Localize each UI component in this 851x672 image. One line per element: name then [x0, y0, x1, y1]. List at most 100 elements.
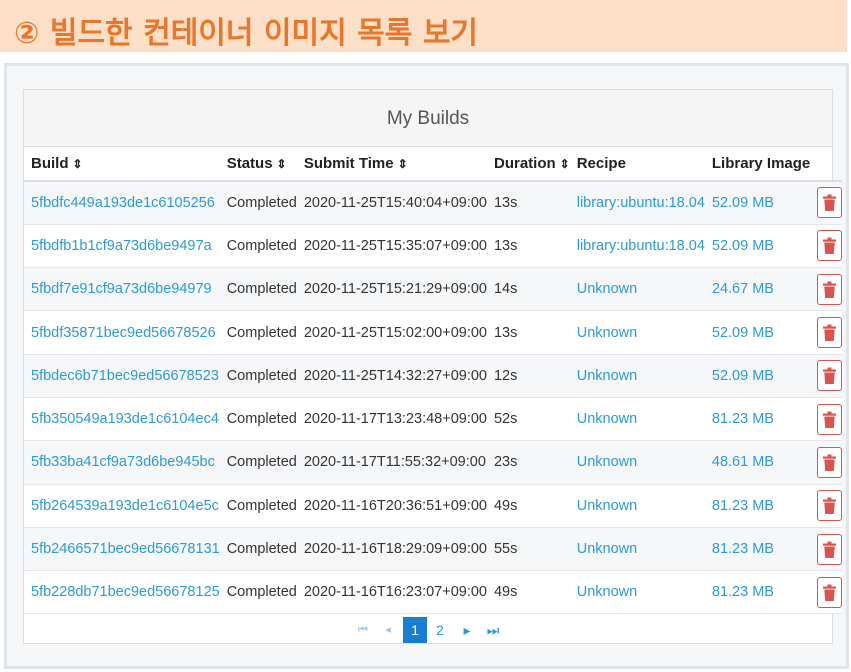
trash-icon [823, 411, 837, 428]
table-row: 5fb350549a193de1c6104ec4 Completed 2020-… [24, 397, 843, 442]
duration-cell: 14s [486, 267, 570, 312]
duration-cell: 13s [486, 310, 570, 355]
recipe-link[interactable]: library:ubuntu:18.04 [577, 195, 705, 211]
recipe-link[interactable]: Unknown [577, 584, 637, 600]
status-cell: Completed [219, 354, 297, 398]
column-header-actions [810, 147, 843, 182]
delete-button[interactable] [817, 403, 843, 435]
delete-button[interactable] [817, 317, 843, 349]
column-header-build[interactable]: Build ⇕ [24, 147, 220, 182]
delete-button[interactable] [817, 230, 843, 262]
table-row: 5fbdfc449a193de1c6105256 Completed 2020-… [24, 181, 843, 225]
submit-time-cell: 2020-11-25T15:02:00+09:00 [296, 310, 487, 355]
submit-time-cell: 2020-11-16T18:29:09+09:00 [296, 527, 487, 572]
recipe-link[interactable]: Unknown [577, 454, 637, 470]
page-2-button[interactable]: 2 [430, 617, 450, 643]
trash-icon [823, 324, 837, 342]
column-header-duration[interactable]: Duration ⇕ [486, 147, 570, 182]
sort-icon: ⇕ [276, 157, 287, 171]
duration-cell: 13s [486, 224, 570, 269]
prev-page-icon[interactable]: ◂ [382, 617, 394, 643]
trash-icon [823, 454, 837, 471]
build-id-link[interactable]: 5fbdf35871bec9ed56678526 [31, 325, 216, 341]
status-cell: Completed [219, 181, 297, 225]
recipe-link[interactable]: Unknown [577, 325, 637, 341]
recipe-link[interactable]: Unknown [577, 498, 637, 514]
delete-button[interactable] [817, 490, 843, 522]
build-id-link[interactable]: 5fbdfc449a193de1c6105256 [31, 195, 215, 211]
build-id-link[interactable]: 5fb264539a193de1c6104e5c [31, 498, 219, 514]
duration-cell: 49s [486, 570, 570, 615]
recipe-link[interactable]: Unknown [577, 541, 637, 557]
first-page-icon[interactable]: ⏮ [357, 617, 369, 643]
submit-time-cell: 2020-11-17T11:55:32+09:00 [296, 440, 487, 485]
build-id-link[interactable]: 5fbdfb1b1cf9a73d6be9497a [31, 238, 212, 254]
library-image-link[interactable]: 52.09 MB [712, 195, 774, 211]
table-row: 5fbdfb1b1cf9a73d6be9497a Completed 2020-… [24, 224, 843, 269]
page-title: ② 빌드한 컨테이너 이미지 목록 보기 [14, 16, 479, 51]
status-cell: Completed [219, 440, 297, 485]
library-image-link[interactable]: 48.61 MB [712, 454, 774, 470]
table-row: 5fbdec6b71bec9ed56678523 Completed 2020-… [24, 354, 843, 398]
library-image-link[interactable]: 81.23 MB [712, 411, 774, 427]
recipe-link[interactable]: Unknown [577, 368, 637, 384]
pagination: ⏮ ◂ 1 2 ▸ ⏭ [0, 617, 851, 643]
sort-icon: ⇕ [72, 157, 83, 171]
duration-cell: 13s [486, 181, 570, 225]
recipe-link[interactable]: Unknown [577, 281, 637, 297]
column-header-status[interactable]: Status ⇕ [219, 147, 297, 182]
next-page-icon[interactable]: ▸ [461, 617, 473, 643]
submit-time-cell: 2020-11-25T15:21:29+09:00 [296, 267, 487, 312]
delete-button[interactable] [817, 273, 843, 305]
status-cell: Completed [219, 224, 297, 269]
delete-button[interactable] [817, 533, 843, 565]
library-image-link[interactable]: 24.67 MB [712, 281, 774, 297]
status-cell: Completed [219, 570, 297, 615]
status-cell: Completed [219, 267, 297, 312]
recipe-link[interactable]: library:ubuntu:18.04 [577, 238, 705, 254]
build-id-link[interactable]: 5fb2466571bec9ed56678131 [31, 541, 220, 557]
trash-icon [823, 497, 837, 515]
library-image-link[interactable]: 52.09 MB [712, 368, 774, 384]
build-id-link[interactable]: 5fb33ba41cf9a73d6be945bc [31, 454, 215, 470]
build-id-link[interactable]: 5fbdf7e91cf9a73d6be94979 [31, 281, 212, 297]
delete-button[interactable] [817, 446, 843, 478]
delete-button[interactable] [817, 576, 843, 608]
last-page-icon[interactable]: ⏭ [486, 617, 500, 643]
column-header-submit-time[interactable]: Submit Time ⇕ [296, 147, 487, 182]
table-row: 5fb2466571bec9ed56678131 Completed 2020-… [24, 527, 843, 572]
sort-icon: ⇕ [559, 157, 570, 171]
status-cell: Completed [219, 310, 297, 355]
recipe-link[interactable]: Unknown [577, 411, 637, 427]
library-image-link[interactable]: 52.09 MB [712, 325, 774, 341]
library-image-link[interactable]: 81.23 MB [712, 584, 774, 600]
build-id-link[interactable]: 5fb228db71bec9ed56678125 [31, 584, 220, 600]
sort-icon: ⇕ [397, 157, 408, 171]
page-1-button[interactable]: 1 [403, 617, 427, 643]
trash-icon [823, 367, 837, 385]
build-id-link[interactable]: 5fbdec6b71bec9ed56678523 [31, 368, 219, 384]
table-row: 5fb33ba41cf9a73d6be945bc Completed 2020-… [24, 440, 843, 485]
delete-button[interactable] [817, 187, 843, 219]
trash-icon [823, 584, 837, 601]
submit-time-cell: 2020-11-25T15:35:07+09:00 [296, 224, 487, 269]
build-id-link[interactable]: 5fb350549a193de1c6104ec4 [31, 411, 219, 427]
header-banner: ② 빌드한 컨테이너 이미지 목록 보기 [0, 0, 847, 52]
duration-cell: 55s [486, 527, 570, 572]
delete-button[interactable] [817, 360, 843, 392]
submit-time-cell: 2020-11-16T20:36:51+09:00 [296, 484, 487, 528]
trash-icon [823, 541, 837, 558]
table-header-row: Build ⇕ Status ⇕ Submit Time ⇕ Duration ⇕ Re… [24, 147, 843, 182]
table-row: 5fb264539a193de1c6104e5c Completed 2020-… [24, 484, 843, 528]
table-row: 5fb228db71bec9ed56678125 Completed 2020-… [24, 570, 843, 615]
duration-cell: 23s [486, 440, 570, 485]
column-header-recipe: Recipe [569, 147, 705, 182]
library-image-link[interactable]: 81.23 MB [712, 498, 774, 514]
library-image-link[interactable]: 81.23 MB [712, 541, 774, 557]
trash-icon [823, 194, 837, 212]
submit-time-cell: 2020-11-17T13:23:48+09:00 [296, 397, 487, 442]
library-image-link[interactable]: 52.09 MB [712, 238, 774, 254]
table-row: 5fbdf7e91cf9a73d6be94979 Completed 2020-… [24, 267, 843, 312]
column-header-library-image: Library Image [704, 147, 811, 182]
trash-icon [823, 237, 837, 255]
